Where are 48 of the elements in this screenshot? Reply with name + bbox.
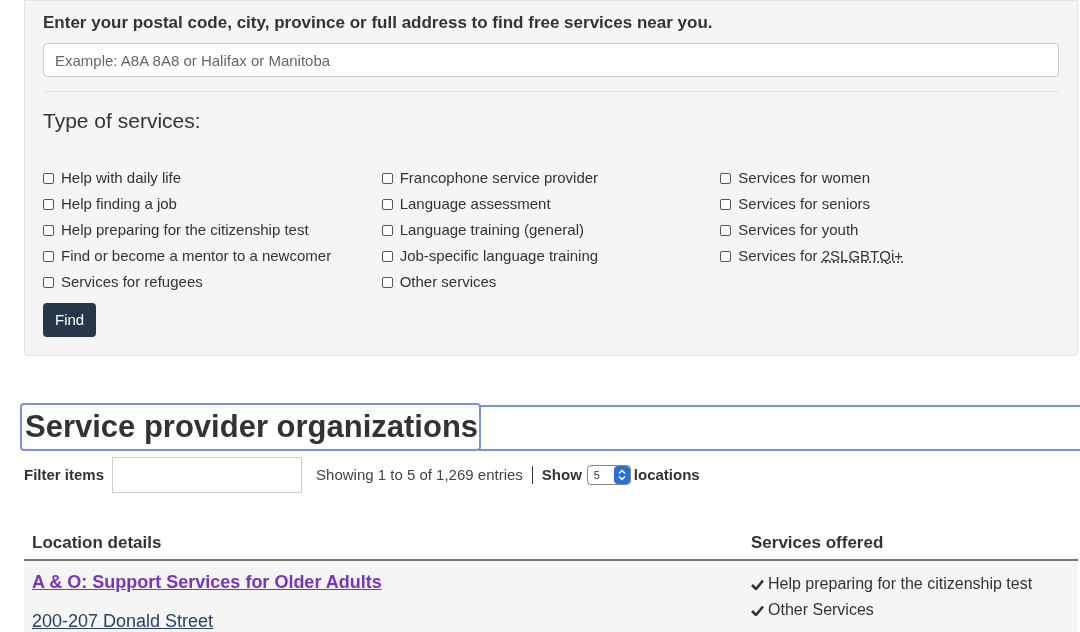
checkbox-label: Help with daily life: [61, 167, 182, 188]
checkbox[interactable]: [720, 250, 732, 262]
checkbox[interactable]: [43, 250, 54, 262]
search-prompt: Enter your postal code, city, province or full address to find free services near you.: [43, 12, 714, 34]
checkbox[interactable]: [381, 198, 393, 210]
find-button[interactable]: Find: [43, 303, 97, 337]
checkbox[interactable]: [381, 276, 393, 288]
checkbox-label: Francophone service provider: [399, 167, 599, 188]
checkmark-icon: [751, 604, 764, 616]
checkbox-label: Other services: [399, 271, 497, 292]
checkbox[interactable]: [381, 250, 393, 262]
checkbox-label: Services for youth: [738, 219, 859, 240]
checkbox[interactable]: [43, 224, 54, 236]
checkbox-label: Help finding a job: [61, 193, 177, 214]
service-item: Other Services: [768, 600, 874, 620]
filter-label: Filter items: [24, 464, 105, 485]
checkbox-label: Services for women: [738, 167, 871, 188]
stepper-icon: [613, 466, 630, 484]
checkbox-label: Find or become a mentor to a newcomer: [61, 245, 332, 266]
show-label: Show: [541, 464, 582, 485]
organization-link[interactable]: A & O: Support Services for Older Adults: [32, 569, 382, 596]
checkbox-label: Services for 2SLGBTQi+: [738, 245, 903, 266]
address-link[interactable]: 200-207 Donald Street: [32, 608, 214, 632]
checkbox[interactable]: [720, 224, 732, 236]
checkbox[interactable]: [381, 172, 393, 184]
checkbox[interactable]: [381, 224, 393, 236]
checkmark-icon: [751, 578, 764, 590]
checkbox-label: Job-specific language training: [399, 245, 599, 266]
address-field[interactable]: Example: A8A 8A8 or Halifax or Manitoba: [43, 43, 1059, 77]
checkbox[interactable]: [43, 198, 54, 210]
checkbox-label: Services for seniors: [738, 193, 871, 214]
section-heading: Type of services:: [43, 108, 202, 134]
checkbox-label: Services for refugees: [61, 271, 203, 292]
filter-field[interactable]: [112, 457, 303, 493]
checkbox[interactable]: [43, 172, 54, 184]
show-suffix: locations: [633, 464, 700, 485]
results-heading: Service provider organizations: [20, 403, 481, 451]
service-item: Help preparing for the citizenship test: [768, 574, 1033, 594]
page-size-select[interactable]: 5: [586, 465, 631, 485]
checkbox[interactable]: [720, 172, 732, 184]
checkbox-label: Language training (general): [399, 219, 584, 240]
column-header: Services offered: [750, 531, 884, 554]
checkbox-label: Language assessment: [399, 193, 551, 214]
checkbox[interactable]: [43, 276, 54, 288]
checkbox-label: Help preparing for the citizenship test: [61, 219, 309, 240]
checkbox[interactable]: [720, 198, 732, 210]
column-header: Location details: [31, 531, 163, 554]
entries-summary: Showing 1 to 5 of 1,269 entries: [316, 464, 523, 485]
